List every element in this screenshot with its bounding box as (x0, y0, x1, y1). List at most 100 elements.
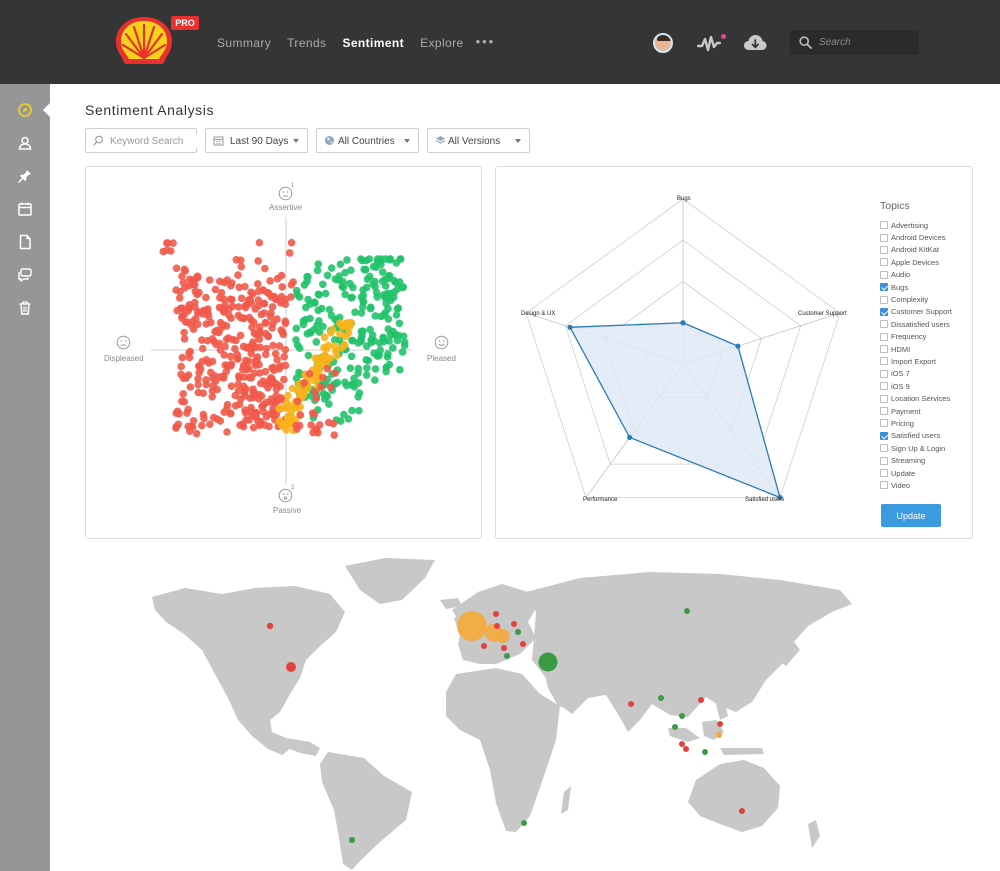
sentiment-point (331, 369, 339, 377)
sentiment-point (253, 356, 261, 365)
shell-logo[interactable] (113, 14, 175, 68)
sentiment-scatter-plot[interactable] (86, 167, 483, 540)
sentiment-point (302, 303, 310, 312)
more-menu-icon[interactable]: ••• (476, 34, 496, 50)
sentiment-point (325, 305, 334, 314)
world-sentiment-map[interactable] (140, 552, 860, 871)
topic-item[interactable]: Location Services (880, 392, 952, 404)
topic-item[interactable]: Satisfied users (880, 430, 952, 442)
topic-item[interactable]: Video (880, 479, 952, 491)
topic-checkbox[interactable] (880, 320, 888, 329)
user-icon[interactable] (16, 134, 34, 152)
topic-item[interactable]: Sign Up & Login (880, 442, 952, 454)
topic-item[interactable]: Frequency (880, 331, 952, 343)
pin-icon[interactable] (16, 167, 34, 185)
topic-checkbox[interactable] (880, 382, 888, 391)
topic-checkbox[interactable] (880, 283, 888, 292)
country-select[interactable]: All Countries (316, 128, 419, 153)
topic-item[interactable]: Customer Support (880, 306, 952, 318)
sentiment-point (223, 428, 231, 436)
topic-item[interactable]: HDMI (880, 343, 952, 355)
topic-item[interactable]: Complexity (880, 293, 952, 305)
sentiment-point (246, 295, 255, 304)
topic-checkbox[interactable] (880, 407, 888, 416)
topic-checkbox[interactable] (880, 245, 888, 254)
sentiment-point (186, 427, 194, 436)
user-avatar[interactable] (653, 33, 673, 53)
pulse-icon[interactable] (697, 34, 721, 52)
topic-checkbox[interactable] (880, 345, 888, 354)
topic-label: Import Export (891, 356, 937, 366)
topic-item[interactable]: Pricing (880, 417, 952, 429)
sentiment-point (359, 303, 367, 311)
nav-explore[interactable]: Explore (420, 36, 464, 50)
topic-checkbox[interactable] (880, 481, 888, 490)
topic-checkbox[interactable] (880, 258, 888, 267)
topic-label: Android Devices (891, 233, 946, 243)
trash-icon[interactable] (16, 299, 34, 317)
topic-checkbox[interactable] (880, 444, 888, 453)
calendar-icon[interactable] (16, 200, 34, 218)
keyword-search-field[interactable] (85, 128, 200, 153)
document-icon[interactable] (16, 233, 34, 251)
topic-item[interactable]: Streaming (880, 454, 952, 466)
sentiment-point (273, 355, 281, 364)
topic-checkbox[interactable] (880, 369, 888, 378)
topic-checkbox[interactable] (880, 295, 888, 304)
nav-sentiment[interactable]: Sentiment (342, 36, 404, 50)
topic-checkbox[interactable] (880, 221, 888, 230)
sentiment-point (185, 281, 194, 290)
keyword-search-input[interactable] (110, 134, 200, 148)
sentiment-point (312, 394, 321, 403)
sentiment-point (317, 383, 325, 391)
sentiment-point (392, 330, 400, 339)
sentiment-point (208, 387, 217, 395)
topic-item[interactable]: Android Devices (880, 231, 952, 243)
topic-item[interactable]: iOS 7 (880, 368, 952, 380)
topic-item[interactable]: Import Export (880, 355, 952, 367)
sentiment-point (220, 295, 228, 303)
topic-checkbox[interactable] (880, 270, 888, 279)
topic-label: Frequency (891, 332, 927, 342)
date-range-select[interactable]: Last 90 Days (205, 128, 308, 153)
topic-item[interactable]: iOS 9 (880, 380, 952, 392)
chat-icon[interactable] (16, 266, 34, 284)
topic-checkbox[interactable] (880, 431, 888, 440)
compass-icon[interactable] (16, 101, 34, 119)
calendar-icon (213, 136, 224, 146)
topic-item[interactable]: Audio (880, 269, 952, 281)
sentiment-point (307, 421, 315, 429)
update-button[interactable]: Update (881, 504, 941, 527)
topic-checkbox[interactable] (880, 357, 888, 366)
topic-item[interactable]: Android KitKat (880, 244, 952, 256)
topic-item[interactable]: Advertising (880, 219, 952, 231)
topic-item[interactable]: Bugs (880, 281, 952, 293)
sentiment-point (235, 283, 244, 292)
topic-checkbox[interactable] (880, 307, 888, 316)
sentiment-point (177, 362, 185, 371)
topic-item[interactable]: Payment (880, 405, 952, 417)
search-input[interactable] (819, 35, 914, 50)
topic-checkbox[interactable] (880, 419, 888, 428)
sentiment-point (172, 264, 181, 272)
sentiment-point (251, 390, 259, 399)
version-select[interactable]: All Versions (427, 128, 530, 153)
topic-item[interactable]: Apple Devices (880, 256, 952, 268)
topic-checkbox[interactable] (880, 469, 888, 477)
nav-trends[interactable]: Trends (287, 36, 326, 50)
topic-item[interactable]: Dissatisfied users (880, 318, 952, 330)
sentiment-point (315, 367, 323, 375)
topic-checkbox[interactable] (880, 332, 888, 341)
sentiment-point (321, 289, 330, 298)
sentiment-point (384, 315, 393, 323)
nav-summary[interactable]: Summary (217, 36, 271, 50)
topic-checkbox[interactable] (880, 456, 888, 465)
sentiment-point (206, 420, 214, 428)
sentiment-point (273, 315, 281, 323)
cloud-icon[interactable] (743, 33, 767, 53)
sentiment-point (179, 374, 188, 382)
topic-checkbox[interactable] (880, 394, 888, 403)
search-box[interactable] (790, 30, 919, 55)
topic-checkbox[interactable] (880, 233, 888, 242)
topic-item[interactable]: Update (880, 467, 952, 479)
